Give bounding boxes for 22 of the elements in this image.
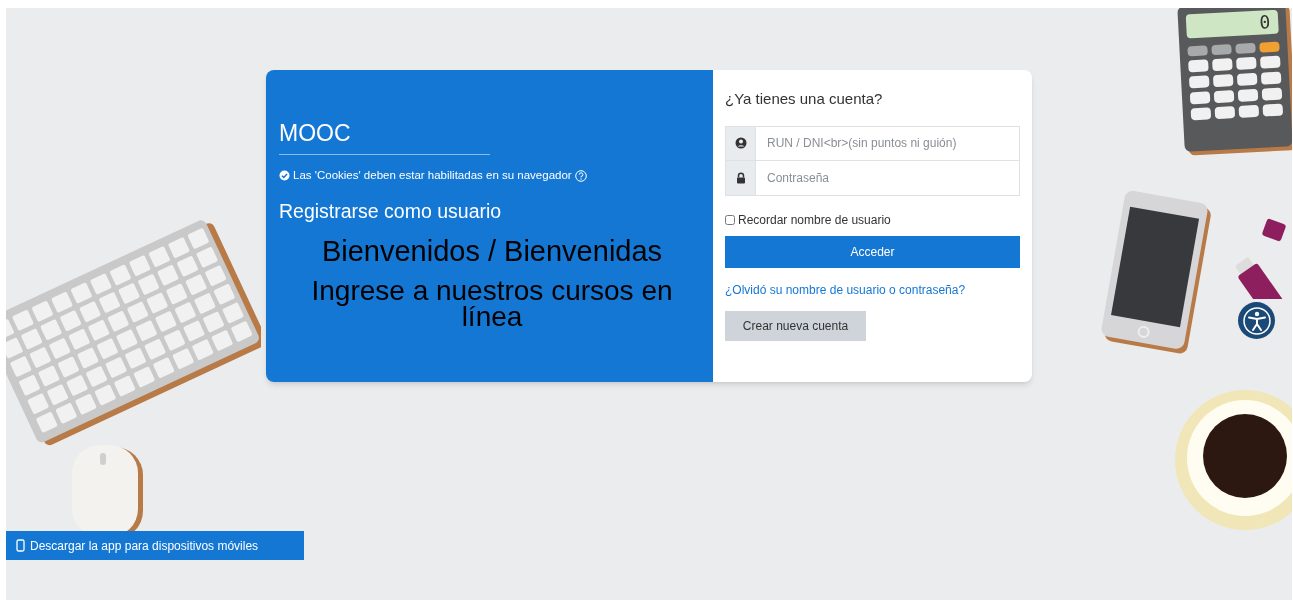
help-icon[interactable]	[574, 169, 587, 182]
user-icon	[734, 137, 747, 149]
lock-icon	[735, 171, 746, 184]
login-button[interactable]: Acceder	[725, 235, 1020, 268]
remember-label: Recordar nombre de usuario	[738, 211, 891, 229]
forgot-password-link[interactable]: ¿Olvidó su nombre de usuario o contraseña?	[725, 280, 1020, 299]
cookies-notice: Las 'Cookies' deben estar habilitadas en su navegador	[293, 168, 572, 183]
mobile-phone-icon	[16, 539, 25, 552]
welcome-heading: Bienvenidos / Bienvenidas	[321, 234, 663, 269]
calculator-display-digit: 0	[1258, 13, 1271, 32]
tagline-heading: Ingrese a nuestros cursos en línea	[310, 278, 674, 331]
check-circle-icon	[279, 170, 290, 182]
app-download-link[interactable]: Descargar la app para dispositivos móviles	[30, 536, 259, 555]
accessibility-icon	[1241, 305, 1272, 336]
accessibility-button[interactable]	[1238, 302, 1275, 339]
create-account-button[interactable]: Crear nueva cuenta	[725, 310, 866, 341]
login-heading: ¿Ya tienes una cuenta?	[725, 89, 884, 109]
signup-link[interactable]: Registrarse como usuario	[279, 198, 502, 225]
remember-checkbox[interactable]	[725, 214, 735, 225]
username-input[interactable]: RUN / DNI<br>(sin puntos ni guión)	[756, 126, 1019, 160]
username-field[interactable]: RUN / DNI<br>(sin puntos ni guión)	[725, 125, 1020, 161]
site-title: MOOC	[279, 119, 352, 148]
